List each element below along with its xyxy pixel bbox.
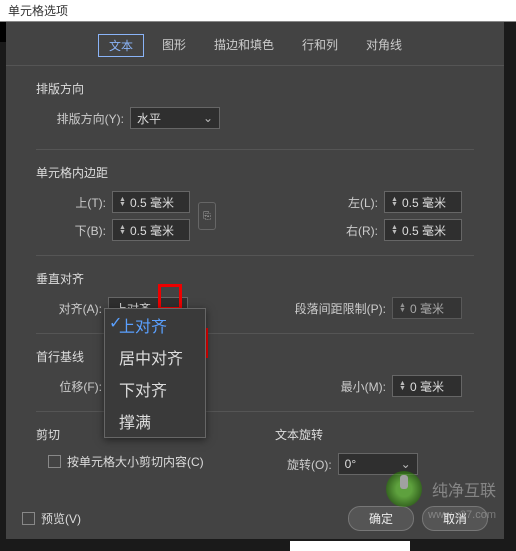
ok-button[interactable]: 确定: [348, 506, 414, 531]
min-label: 最小(M):: [341, 378, 386, 395]
bottom-strip: [290, 541, 410, 551]
cell-padding-section: 单元格内边距 上(T): ▲▼ 0.5 毫米 下(B):: [36, 164, 474, 256]
preview-checkbox[interactable]: [22, 512, 35, 525]
min-value: 0 毫米: [410, 378, 444, 395]
align-dropdown: 上对齐 居中对齐 下对齐 撑满: [104, 308, 206, 438]
section-title: 单元格内边距: [36, 164, 474, 181]
rotation-select[interactable]: 0° ⌄: [338, 453, 418, 475]
padding-top-input[interactable]: ▲▼ 0.5 毫米: [112, 191, 190, 213]
padding-left-label: 左(L):: [330, 194, 378, 211]
rotation-label: 旋转(O):: [287, 456, 332, 473]
tab-diagonal[interactable]: 对角线: [356, 34, 412, 57]
first-baseline-section: 首行基线 位移(F): ⌄ 最小(M): ▲▼ 0 毫米: [36, 348, 474, 412]
tab-graphic[interactable]: 图形: [152, 34, 196, 57]
clip-checkbox-label: 按单元格大小剪切内容(C): [67, 453, 204, 470]
layout-direction-select[interactable]: 水平 ⌄: [130, 107, 220, 129]
min-input[interactable]: ▲▼ 0 毫米: [392, 375, 462, 397]
layout-direction-value: 水平: [137, 110, 161, 127]
link-values-icon[interactable]: ⎘: [198, 202, 216, 230]
layout-direction-label: 排版方向(Y):: [48, 110, 124, 127]
chevron-down-icon: ⌄: [201, 111, 215, 125]
tab-text[interactable]: 文本: [98, 34, 144, 57]
padding-bottom-label: 下(B):: [48, 222, 106, 239]
spacing-limit-input[interactable]: ▲▼ 0 毫米: [392, 297, 462, 319]
section-title: 首行基线: [36, 348, 474, 365]
chevron-down-icon: ⌄: [399, 457, 413, 471]
tab-stroke-fill[interactable]: 描边和填色: [204, 34, 284, 57]
align-option-top[interactable]: 上对齐: [105, 309, 205, 341]
align-label: 对齐(A):: [48, 300, 102, 317]
padding-top-label: 上(T):: [48, 194, 106, 211]
spacing-limit-value: 0 毫米: [410, 300, 444, 317]
align-option-bottom[interactable]: 下对齐: [105, 373, 205, 405]
dialog-title: 单元格选项: [0, 0, 516, 22]
cell-options-dialog: 文本 图形 描边和填色 行和列 对角线 排版方向 排版方向(Y): 水平 ⌄ 单…: [6, 22, 504, 539]
tab-bar: 文本 图形 描边和填色 行和列 对角线: [6, 22, 504, 66]
preview-label: 预览(V): [41, 510, 81, 527]
padding-left-input[interactable]: ▲▼ 0.5 毫米: [384, 191, 462, 213]
padding-right-input[interactable]: ▲▼ 0.5 毫米: [384, 219, 462, 241]
cancel-button[interactable]: 取消: [422, 506, 488, 531]
section-title: 排版方向: [36, 80, 474, 97]
layout-direction-section: 排版方向 排版方向(Y): 水平 ⌄: [36, 80, 474, 150]
align-option-justify[interactable]: 撑满: [105, 405, 205, 437]
rotation-title: 文本旋转: [275, 426, 474, 443]
dialog-footer: 预览(V) 确定 取消: [6, 506, 504, 531]
align-option-center[interactable]: 居中对齐: [105, 341, 205, 373]
vertical-align-section: 垂直对齐 对齐(A): 上对齐 ⌄ 段落间距限制(P): ▲▼ 0 毫米: [36, 270, 474, 334]
padding-top-value: 0.5 毫米: [130, 194, 174, 211]
padding-right-value: 0.5 毫米: [402, 222, 446, 239]
clip-rotation-section: 剪切 按单元格大小剪切内容(C) 文本旋转 旋转(O): 0° ⌄: [36, 426, 474, 481]
padding-bottom-input[interactable]: ▲▼ 0.5 毫米: [112, 219, 190, 241]
padding-bottom-value: 0.5 毫米: [130, 222, 174, 239]
padding-right-label: 右(R):: [330, 222, 378, 239]
offset-label: 位移(F):: [48, 378, 102, 395]
spacing-limit-label: 段落间距限制(P):: [295, 300, 386, 317]
clip-checkbox[interactable]: [48, 455, 61, 468]
padding-left-value: 0.5 毫米: [402, 194, 446, 211]
rotation-value: 0°: [345, 457, 356, 471]
tab-rows-cols[interactable]: 行和列: [292, 34, 348, 57]
section-title: 垂直对齐: [36, 270, 474, 287]
